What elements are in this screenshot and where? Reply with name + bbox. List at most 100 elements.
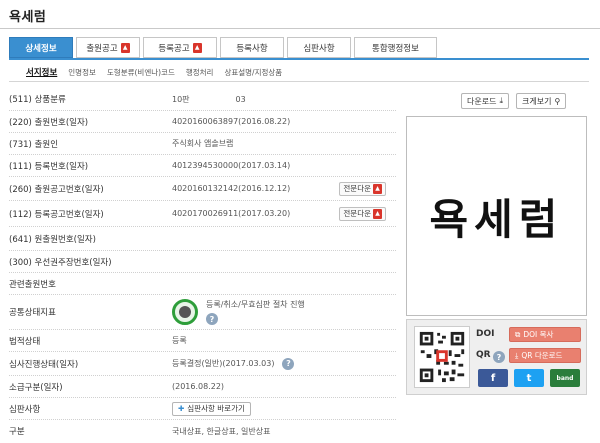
help-icon[interactable]: ? <box>493 351 505 363</box>
field-label: 구분 <box>9 427 25 437</box>
subtab-vienna-code[interactable]: 도형분류(비엔나)코드 <box>107 67 175 78</box>
field-row-class: (511) 상품분류 10판 03 <box>9 88 396 111</box>
copy-icon: ⧉ <box>515 329 521 339</box>
download-button[interactable]: 다운로드 ⤓ <box>461 93 509 109</box>
field-row-related: 관련출원번호 <box>9 273 396 295</box>
field-label: 관련출원번호 <box>9 279 56 290</box>
tab-reg-publication[interactable]: 등록공고 ▲ <box>143 37 217 58</box>
main-tabs: 상세정보 출원공고 ▲ 등록공고 ▲ 등록사항 심판사항 통합행정정보 <box>9 37 437 58</box>
tab-reg-matters[interactable]: 등록사항 <box>220 37 284 58</box>
field-row-intl: (641) 원출원번호(일자) <box>9 227 396 251</box>
field-label: (731) 출원인 <box>9 139 59 150</box>
download-icon: ⤓ <box>515 350 519 360</box>
pdf-icon: ▲ <box>120 42 130 53</box>
field-value: 4020160063897(2016.08.22) <box>172 117 291 126</box>
tab-label: 출원공고 <box>86 43 118 54</box>
tab-label: 상세정보 <box>25 43 57 54</box>
facebook-icon: f <box>490 372 496 384</box>
field-row-legal-status: 법적상태 등록 <box>9 330 396 352</box>
band-share-button[interactable]: band <box>550 369 580 387</box>
class-code: 03 <box>235 94 246 104</box>
title-divider <box>0 28 600 29</box>
trial-link-button[interactable]: ✚ 심판사항 바로가기 <box>172 401 251 416</box>
pdf-icon: ▲ <box>192 42 202 53</box>
button-label: 크게보기 <box>522 96 552 106</box>
tab-trial-matters[interactable]: 심판사항 <box>287 37 351 58</box>
field-label: (111) 등록번호(일자) <box>9 161 89 172</box>
field-label: (641) 원출원번호(일자) <box>9 234 96 245</box>
tab-label: 등록공고 <box>158 43 190 54</box>
doi-label: DOI <box>476 329 495 339</box>
field-value: 등록 <box>172 336 187 345</box>
page-title: 욕세럼 <box>9 10 47 25</box>
image-actions: 다운로드 ⤓ 크게보기 ⚲ <box>461 93 567 109</box>
tab-label: 심판사항 <box>303 43 335 54</box>
button-label: 전문다운 <box>343 209 371 218</box>
magnifier-icon: ⚲ <box>554 96 561 106</box>
facebook-share-button[interactable]: f <box>478 369 508 387</box>
button-label: 전문다운 <box>343 184 371 193</box>
class-edition: 10판 <box>172 94 190 104</box>
field-row-retro: 소급구분(일자) (2016.08.22) <box>9 376 396 398</box>
fulltext-download-button[interactable]: 전문다운 ▲ <box>339 181 386 196</box>
subtab-persons[interactable]: 인명정보 <box>68 67 96 78</box>
button-label: 다운로드 <box>467 96 497 106</box>
tab-label: 등록사항 <box>236 43 268 54</box>
field-label: (260) 출원공고번호(일자) <box>9 184 104 195</box>
plus-icon: ✚ <box>178 404 185 413</box>
field-row-pub-reg: (112) 등록공고번호(일자) 4020170026911(2017.03.2… <box>9 201 396 227</box>
twitter-icon: t <box>526 372 532 384</box>
field-label: (112) 등록공고번호(일자) <box>9 209 104 220</box>
field-row-kind: 구분 국내상표, 한글상표, 일반상표 <box>9 420 396 442</box>
field-value: 등록/취소/무효심판 절차 진행 ? <box>172 299 396 325</box>
tab-app-publication[interactable]: 출원공고 ▲ <box>76 37 140 58</box>
trademark-image: 욕세럼 <box>406 116 587 316</box>
fulltext-download-button[interactable]: 전문다운 ▲ <box>339 206 386 221</box>
field-value: 등록결정(일반)(2017.03.03)? <box>172 357 396 370</box>
field-value: 주식회사 앱솔브랩 <box>172 139 234 148</box>
field-value: (2016.08.22) <box>172 382 225 391</box>
subtabs-divider <box>9 81 589 82</box>
field-label: 심판사항 <box>9 404 41 415</box>
tab-admin-info[interactable]: 통합행정정보 <box>354 37 437 58</box>
pdf-icon: ▲ <box>373 208 382 219</box>
subtab-goods[interactable]: 상표설명/지정상품 <box>224 67 282 78</box>
field-row-app-no: (220) 출원번호(일자) 4020160063897(2016.08.22) <box>9 111 396 133</box>
zoom-button[interactable]: 크게보기 ⚲ <box>516 93 567 109</box>
qr-code-icon <box>414 326 470 388</box>
field-label: (300) 우선권주장번호(일자) <box>9 257 112 268</box>
field-row-common-status: 공통상태지표 등록/취소/무효심판 절차 진행 ? <box>9 295 396 330</box>
field-row-reg-no: (111) 등록번호(일자) 4012394530000(2017.03.14) <box>9 155 396 177</box>
twitter-share-button[interactable]: t <box>514 369 544 387</box>
subtab-bibliographic[interactable]: 서지정보 <box>26 66 57 78</box>
qr-download-button[interactable]: ⤓ QR 다운로드 <box>509 348 581 363</box>
button-label: 심판사항 바로가기 <box>187 404 245 413</box>
band-icon: band <box>556 374 574 382</box>
tab-detail[interactable]: 상세정보 <box>9 37 73 58</box>
field-row-exam-status: 심사진행상태(일자) 등록결정(일반)(2017.03.03)? <box>9 352 396 376</box>
field-label: (511) 상품분류 <box>9 95 66 105</box>
field-label: 법적상태 <box>9 336 41 347</box>
trademark-text: 욕세럼 <box>429 194 564 244</box>
field-row-applicant: (731) 출원인 주식회사 앱솔브랩 <box>9 133 396 155</box>
field-label: 심사진행상태(일자) <box>9 359 79 370</box>
tab-label: 통합행정정보 <box>372 43 419 54</box>
button-label: QR 다운로드 <box>521 351 563 360</box>
subtab-admin[interactable]: 행정처리 <box>186 67 214 78</box>
download-icon: ⤓ <box>499 96 503 105</box>
field-label: 소급구분(일자) <box>9 382 63 393</box>
field-row-priority: (300) 우선권주장번호(일자) <box>9 251 396 273</box>
doi-copy-button[interactable]: ⧉ DOI 복사 <box>509 327 581 342</box>
help-icon[interactable]: ? <box>282 357 295 370</box>
qr-label: QR <box>476 350 491 360</box>
help-icon[interactable]: ? <box>206 313 218 325</box>
field-value: 10판 03 <box>172 94 396 105</box>
pdf-icon: ▲ <box>373 183 382 194</box>
share-panel: DOI ⧉ DOI 복사 QR ? ⤓ QR 다운로드 f t band <box>406 319 587 395</box>
status-indicator-icon <box>172 299 198 325</box>
field-value: ✚ 심판사항 바로가기 <box>172 401 396 416</box>
status-text: 등록/취소/무효심판 절차 진행 <box>206 300 305 309</box>
exam-status-text: 등록결정(일반)(2017.03.03) <box>172 359 275 368</box>
sub-tabs: 서지정보 인명정보 도형분류(비엔나)코드 행정처리 상표설명/지정상품 <box>26 66 282 79</box>
button-label: DOI 복사 <box>523 330 554 339</box>
